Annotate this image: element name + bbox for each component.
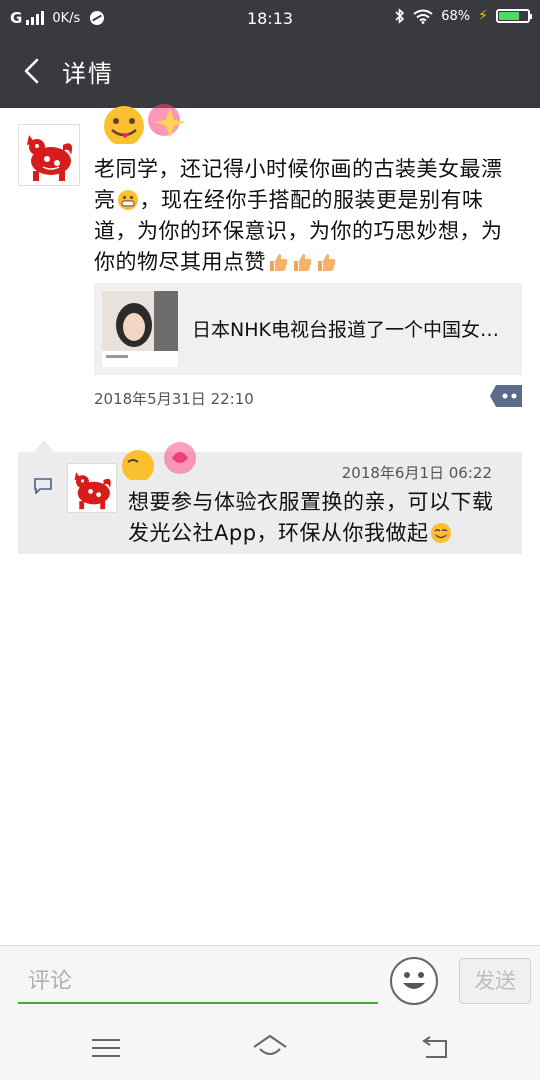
- comment-bar: 发送: [0, 945, 540, 1016]
- papercut-avatar-icon: [68, 464, 116, 512]
- battery-icon: [496, 9, 532, 23]
- smile-emoji-icon: [430, 523, 451, 543]
- papercut-avatar-icon: [19, 125, 79, 185]
- emoji-button[interactable]: [390, 957, 438, 1005]
- reply-caret: [34, 440, 54, 452]
- smiley-icon: [403, 972, 425, 989]
- portrait-thumbnail-icon: [102, 291, 178, 367]
- back-icon[interactable]: [420, 1035, 450, 1061]
- page-title: 详情: [62, 60, 114, 88]
- battery-percent: 68%: [441, 8, 471, 24]
- thumbs-up-icon: [270, 254, 288, 271]
- bluetooth-icon: [395, 8, 405, 24]
- link-title: 日本NHK电视台报道了一个中国女…: [192, 319, 499, 341]
- post-timestamp: 2018年5月31日 22:10: [94, 390, 254, 408]
- shared-link-card[interactable]: 日本NHK电视台报道了一个中国女…: [94, 283, 522, 375]
- sticker-emoji-icon: [122, 442, 196, 480]
- menu-icon[interactable]: [92, 1037, 120, 1059]
- title-bar: 详情: [0, 36, 540, 108]
- reply-avatar[interactable]: [67, 463, 117, 513]
- link-thumbnail: [102, 291, 178, 367]
- charging-icon: ⚡: [478, 8, 488, 24]
- system-nav-bar: [0, 1015, 540, 1080]
- comment-more-button[interactable]: [490, 385, 522, 407]
- chevron-left-icon[interactable]: [20, 58, 46, 84]
- comment-icon: [34, 478, 52, 494]
- post-text: 老同学，还记得小时候你画的古装美女最漂亮 ，现在经你手搭配的服装更是别有味道，为你…: [94, 154, 522, 278]
- grin-emoji-icon: [117, 190, 138, 210]
- thumbs-up-icon: [294, 254, 312, 271]
- reply-timestamp: 2018年6月1日 06:22: [341, 464, 492, 482]
- status-right: 68% ⚡: [395, 8, 532, 24]
- comment-input[interactable]: [18, 960, 378, 1004]
- send-button[interactable]: 发送: [459, 958, 531, 1004]
- avatar[interactable]: [18, 124, 80, 186]
- wifi-icon: [413, 9, 433, 24]
- thumbs-up-icon: [318, 254, 336, 271]
- reply-text: 想要参与体验衣服置换的亲，可以下载发光公社App，环保从你我做起: [128, 487, 498, 549]
- status-bar: G 0K/s 18:13 68% ⚡: [0, 0, 540, 36]
- sticker-emoji-icon: [104, 104, 186, 144]
- home-icon[interactable]: [252, 1033, 288, 1061]
